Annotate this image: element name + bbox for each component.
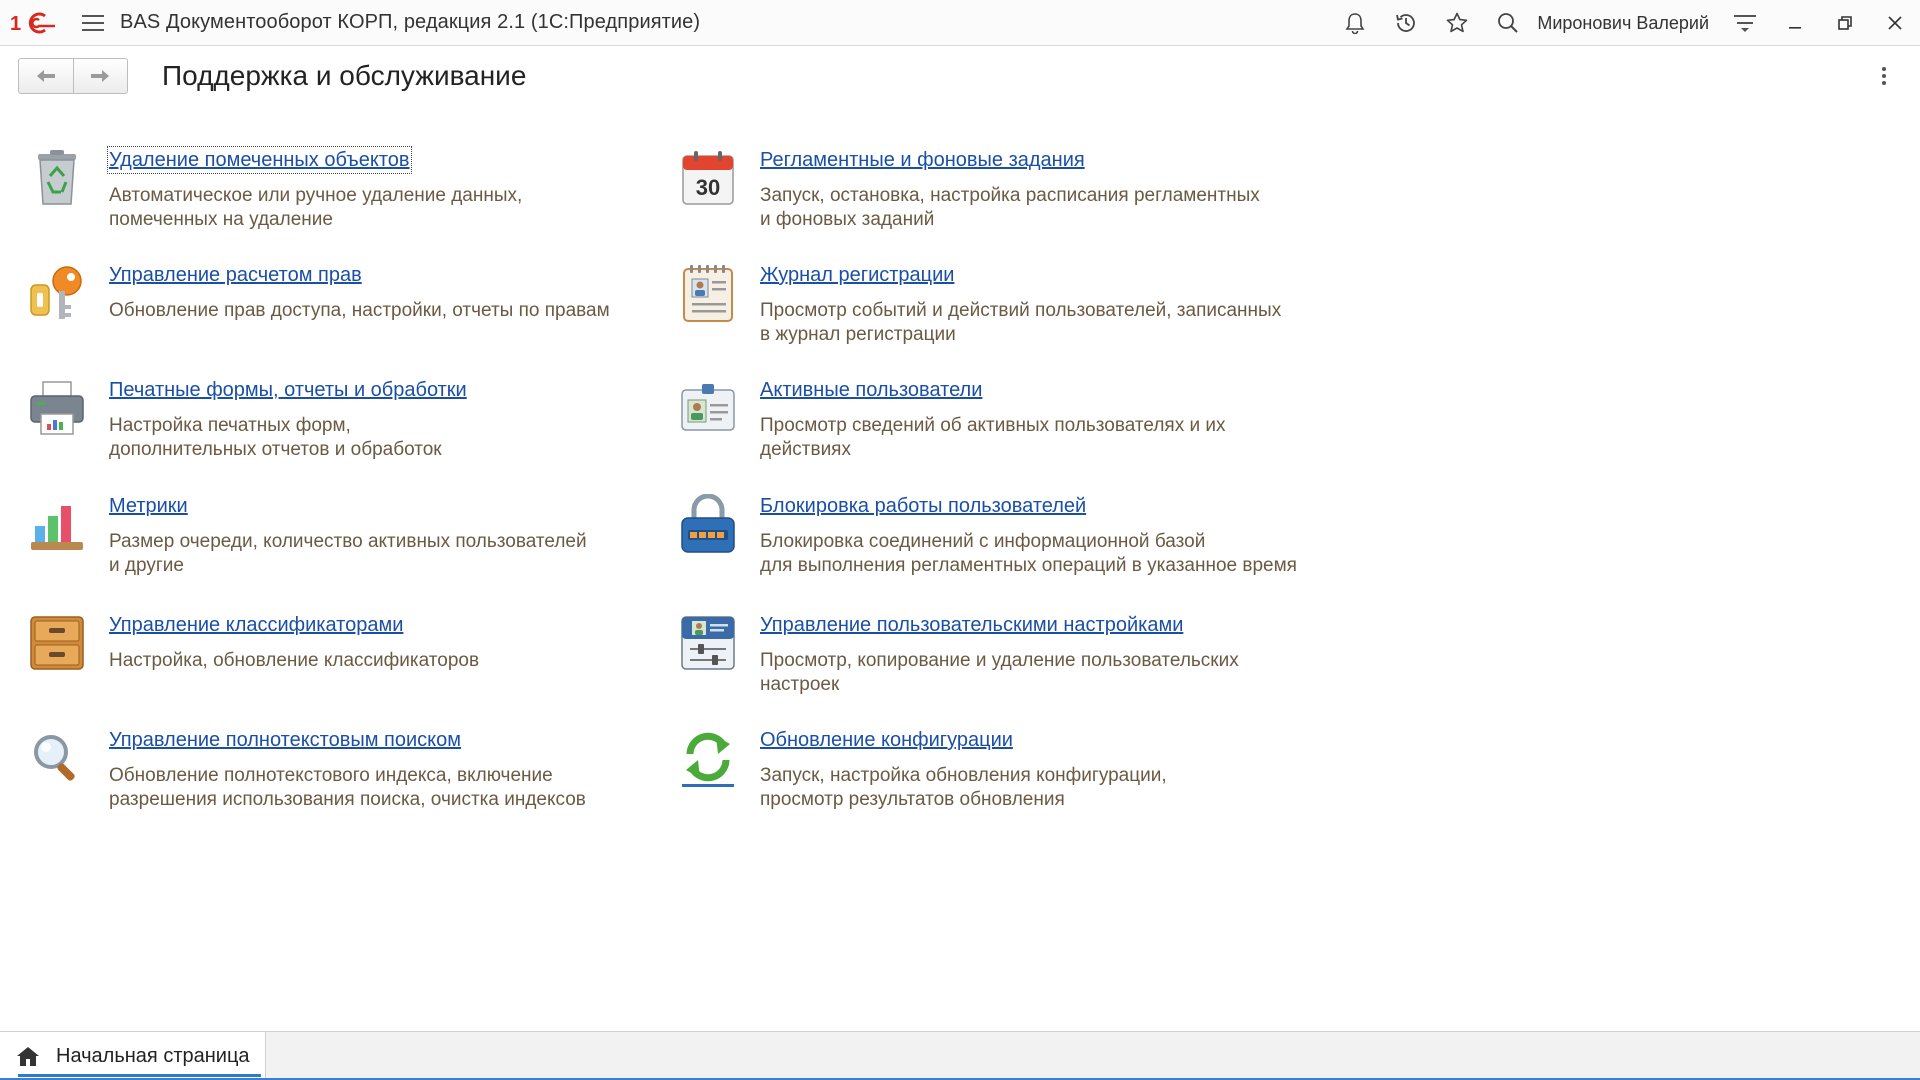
classifiers-desc: Настройка, обновление классификаторов xyxy=(109,650,480,671)
scheduled-jobs-link[interactable]: Регламентные и фоновые задания xyxy=(760,148,1085,172)
title-bar: 1 BAS Документооборот КОРП, редакция 2.1… xyxy=(0,0,1920,46)
settings-menu-icon[interactable] xyxy=(1719,0,1770,46)
key-icon xyxy=(29,263,85,323)
page-title: Поддержка и обслуживание xyxy=(162,60,527,91)
current-user-name[interactable]: Миронович Валерий xyxy=(1537,13,1709,34)
print-forms-desc: Настройка печатных форм, дополнительных … xyxy=(109,415,442,460)
favorites-star-icon[interactable] xyxy=(1431,0,1482,46)
search-icon[interactable] xyxy=(1482,0,1533,46)
bar-chart-icon xyxy=(29,494,85,554)
delete-marked-objects-desc: Автоматическое или ручное удаление данны… xyxy=(109,185,523,230)
home-icon xyxy=(17,1047,39,1066)
classifiers-link[interactable]: Управление классификаторами xyxy=(109,613,403,637)
rights-calculation-desc: Обновление прав доступа, настройки, отче… xyxy=(109,300,610,321)
svg-text:1: 1 xyxy=(10,13,21,35)
minimize-icon[interactable] xyxy=(1770,0,1820,46)
1c-logo-icon[interactable]: 1 xyxy=(0,0,66,46)
metrics-desc: Размер очереди, количество активных поль… xyxy=(109,531,587,576)
delete-marked-objects-link[interactable]: Удаление помеченных объектов xyxy=(107,146,412,174)
more-actions-icon[interactable] xyxy=(1874,62,1894,90)
app-title: BAS Документооборот КОРП, редакция 2.1 (… xyxy=(120,11,701,33)
home-page-tab[interactable]: Начальная страница xyxy=(0,1032,266,1080)
printer-icon xyxy=(29,378,85,438)
event-log-desc: Просмотр событий и действий пользователе… xyxy=(760,300,1282,345)
refresh-icon xyxy=(680,728,736,788)
user-settings-link[interactable]: Управление пользовательскими настройками xyxy=(760,613,1183,637)
user-lock-link[interactable]: Блокировка работы пользователей xyxy=(760,494,1086,518)
id-card-icon xyxy=(680,378,736,438)
back-button[interactable] xyxy=(19,59,73,93)
scheduled-jobs-desc: Запуск, остановка, настройка расписания … xyxy=(760,185,1260,230)
fulltext-search-desc: Обновление полнотекстового индекса, вклю… xyxy=(109,765,586,810)
navigation-buttons xyxy=(18,58,128,94)
notifications-bell-icon[interactable] xyxy=(1329,0,1380,46)
magnifier-icon xyxy=(29,728,85,788)
calendar-day: 30 xyxy=(696,175,720,200)
user-lock-desc: Блокировка соединений с информационной б… xyxy=(760,531,1297,576)
main-menu-icon[interactable] xyxy=(66,0,120,46)
print-forms-link[interactable]: Печатные формы, отчеты и обработки xyxy=(109,378,467,402)
open-windows-bar: Начальная страница xyxy=(0,1031,1920,1080)
fulltext-search-link[interactable]: Управление полнотекстовым поиском xyxy=(109,728,461,752)
close-icon[interactable] xyxy=(1870,0,1920,46)
user-settings-desc: Просмотр, копирование и удаление пользов… xyxy=(760,650,1239,695)
user-settings-icon xyxy=(680,613,736,673)
arrow-right-icon xyxy=(91,70,110,82)
active-users-desc: Просмотр сведений об активных пользовате… xyxy=(760,415,1226,460)
event-log-link[interactable]: Журнал регистрации xyxy=(760,263,954,287)
journal-icon xyxy=(680,263,736,323)
active-tab-indicator xyxy=(18,1074,261,1077)
config-update-link[interactable]: Обновление конфигурации xyxy=(760,728,1013,752)
rights-calculation-link[interactable]: Управление расчетом прав xyxy=(109,263,362,287)
padlock-icon xyxy=(680,493,736,554)
file-cabinet-icon xyxy=(29,613,85,673)
metrics-link[interactable]: Метрики xyxy=(109,494,188,518)
config-update-desc: Запуск, настройка обновления конфигураци… xyxy=(760,765,1167,810)
home-page-tab-label: Начальная страница xyxy=(56,1044,250,1067)
calendar-icon: 30 xyxy=(680,148,736,208)
arrow-left-icon xyxy=(36,70,55,82)
history-icon[interactable] xyxy=(1380,0,1431,46)
recycle-bin-icon xyxy=(29,148,85,208)
active-users-link[interactable]: Активные пользователи xyxy=(760,378,982,402)
forward-button[interactable] xyxy=(72,59,128,93)
restore-window-icon[interactable] xyxy=(1820,0,1870,46)
